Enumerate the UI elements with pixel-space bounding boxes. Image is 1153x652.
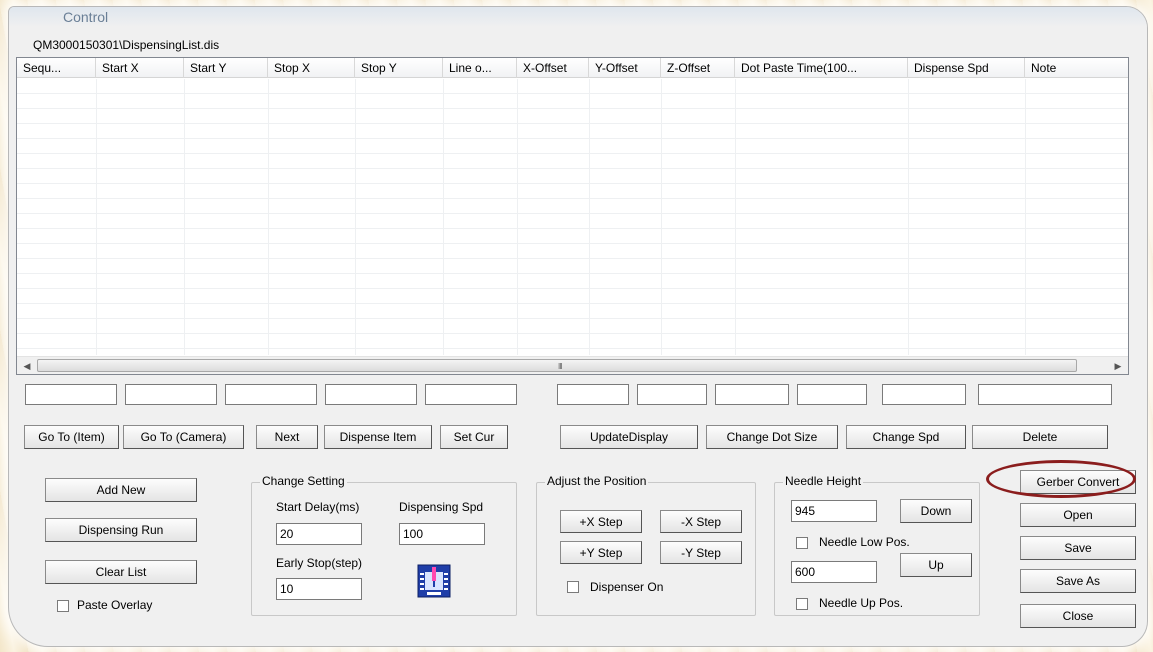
dispensing-list[interactable]: Sequ... Start X Start Y Stop X Stop Y Li… <box>16 57 1129 375</box>
column-header[interactable]: Z-Offset <box>661 58 735 78</box>
save-as-button[interactable]: Save As <box>1020 569 1136 593</box>
file-path-label: QM3000150301\DispensingList.dis <box>33 38 220 52</box>
minus-x-step-button[interactable]: -X Step <box>660 510 742 533</box>
start-delay-label: Start Delay(ms) <box>276 500 360 514</box>
change-spd-button[interactable]: Change Spd <box>846 425 966 449</box>
edit-field-dot-paste-time[interactable] <box>797 384 867 405</box>
scroll-left-arrow-icon[interactable]: ◀ <box>19 358 35 374</box>
add-new-button[interactable]: Add New <box>45 478 197 502</box>
go-to-item-button[interactable]: Go To (Item) <box>24 425 119 449</box>
column-divider <box>517 79 518 355</box>
column-divider <box>268 79 269 355</box>
column-header[interactable]: Start Y <box>184 58 268 78</box>
clear-list-button[interactable]: Clear List <box>45 560 197 584</box>
change-dot-size-button[interactable]: Change Dot Size <box>706 425 838 449</box>
start-delay-input[interactable] <box>276 523 362 545</box>
early-stop-input[interactable] <box>276 578 362 600</box>
list-header: Sequ... Start X Start Y Stop X Stop Y Li… <box>17 58 1128 78</box>
highlight-oval <box>986 460 1136 498</box>
plus-x-step-button[interactable]: +X Step <box>560 510 642 533</box>
column-divider <box>184 79 185 355</box>
horizontal-scrollbar[interactable]: ◀ III ▶ <box>17 356 1128 374</box>
next-button[interactable]: Next <box>256 425 318 449</box>
edit-field-dispense-spd[interactable] <box>882 384 966 405</box>
scrollbar-thumb[interactable]: III <box>37 359 1077 372</box>
column-header[interactable]: X-Offset <box>517 58 589 78</box>
column-divider <box>661 79 662 355</box>
needle-low-pos-label: Needle Low Pos. <box>819 535 910 549</box>
column-header[interactable]: Sequ... <box>17 58 96 78</box>
column-divider <box>96 79 97 355</box>
edit-field-start-x[interactable] <box>125 384 217 405</box>
chip-icon <box>417 564 451 598</box>
edit-field-start-y[interactable] <box>225 384 317 405</box>
needle-up-pos-checkbox[interactable] <box>796 598 808 610</box>
column-header[interactable]: Stop X <box>268 58 355 78</box>
column-header[interactable]: Y-Offset <box>589 58 661 78</box>
plus-y-step-button[interactable]: +Y Step <box>560 541 642 564</box>
set-cur-button[interactable]: Set Cur <box>440 425 508 449</box>
column-header[interactable]: Dot Paste Time(100... <box>735 58 908 78</box>
dispenser-on-checkbox[interactable] <box>567 581 579 593</box>
column-header[interactable]: Line o... <box>443 58 517 78</box>
paste-overlay-checkbox[interactable] <box>57 600 69 612</box>
column-divider <box>355 79 356 355</box>
needle-up-input[interactable] <box>791 561 877 583</box>
paste-overlay-label: Paste Overlay <box>77 598 153 612</box>
column-divider <box>735 79 736 355</box>
dispensing-spd-label: Dispensing Spd <box>399 500 484 514</box>
dispense-item-button[interactable]: Dispense Item <box>324 425 432 449</box>
update-display-button[interactable]: UpdateDisplay <box>560 425 698 449</box>
delete-button[interactable]: Delete <box>972 425 1108 449</box>
column-header[interactable]: Stop Y <box>355 58 443 78</box>
edit-field-sequence[interactable] <box>25 384 117 405</box>
column-header[interactable]: Note <box>1025 58 1130 78</box>
edit-field-y-offset[interactable] <box>637 384 707 405</box>
edit-field-x-offset[interactable] <box>557 384 629 405</box>
adjust-position-label: Adjust the Position <box>545 474 649 488</box>
title-bar: Control <box>9 7 1147 27</box>
early-stop-label: Early Stop(step) <box>276 556 363 570</box>
edit-field-z-offset[interactable] <box>715 384 789 405</box>
window-title: Control <box>63 9 109 25</box>
open-button[interactable]: Open <box>1020 503 1136 527</box>
needle-low-input[interactable] <box>791 500 877 522</box>
column-divider <box>1025 79 1026 355</box>
edit-field-stop-y[interactable] <box>425 384 517 405</box>
edit-field-note[interactable] <box>978 384 1112 405</box>
column-divider <box>908 79 909 355</box>
needle-up-button[interactable]: Up <box>900 553 972 577</box>
minus-y-step-button[interactable]: -Y Step <box>660 541 742 564</box>
edit-field-stop-x[interactable] <box>325 384 417 405</box>
dispensing-spd-input[interactable] <box>399 523 485 545</box>
needle-down-button[interactable]: Down <box>900 499 972 523</box>
change-setting-label: Change Setting <box>260 474 347 488</box>
column-header[interactable]: Start X <box>96 58 184 78</box>
column-divider <box>589 79 590 355</box>
column-header[interactable]: Dispense Spd <box>908 58 1025 78</box>
dispenser-on-label: Dispenser On <box>590 580 664 594</box>
column-divider <box>443 79 444 355</box>
needle-height-label: Needle Height <box>783 474 864 488</box>
save-button[interactable]: Save <box>1020 536 1136 560</box>
scroll-right-arrow-icon[interactable]: ▶ <box>1110 358 1126 374</box>
dispensing-run-button[interactable]: Dispensing Run <box>45 518 197 542</box>
close-button[interactable]: Close <box>1020 604 1136 628</box>
needle-up-pos-label: Needle Up Pos. <box>819 596 904 610</box>
needle-low-pos-checkbox[interactable] <box>796 537 808 549</box>
scroll-grip: III <box>558 362 563 371</box>
go-to-camera-button[interactable]: Go To (Camera) <box>123 425 244 449</box>
